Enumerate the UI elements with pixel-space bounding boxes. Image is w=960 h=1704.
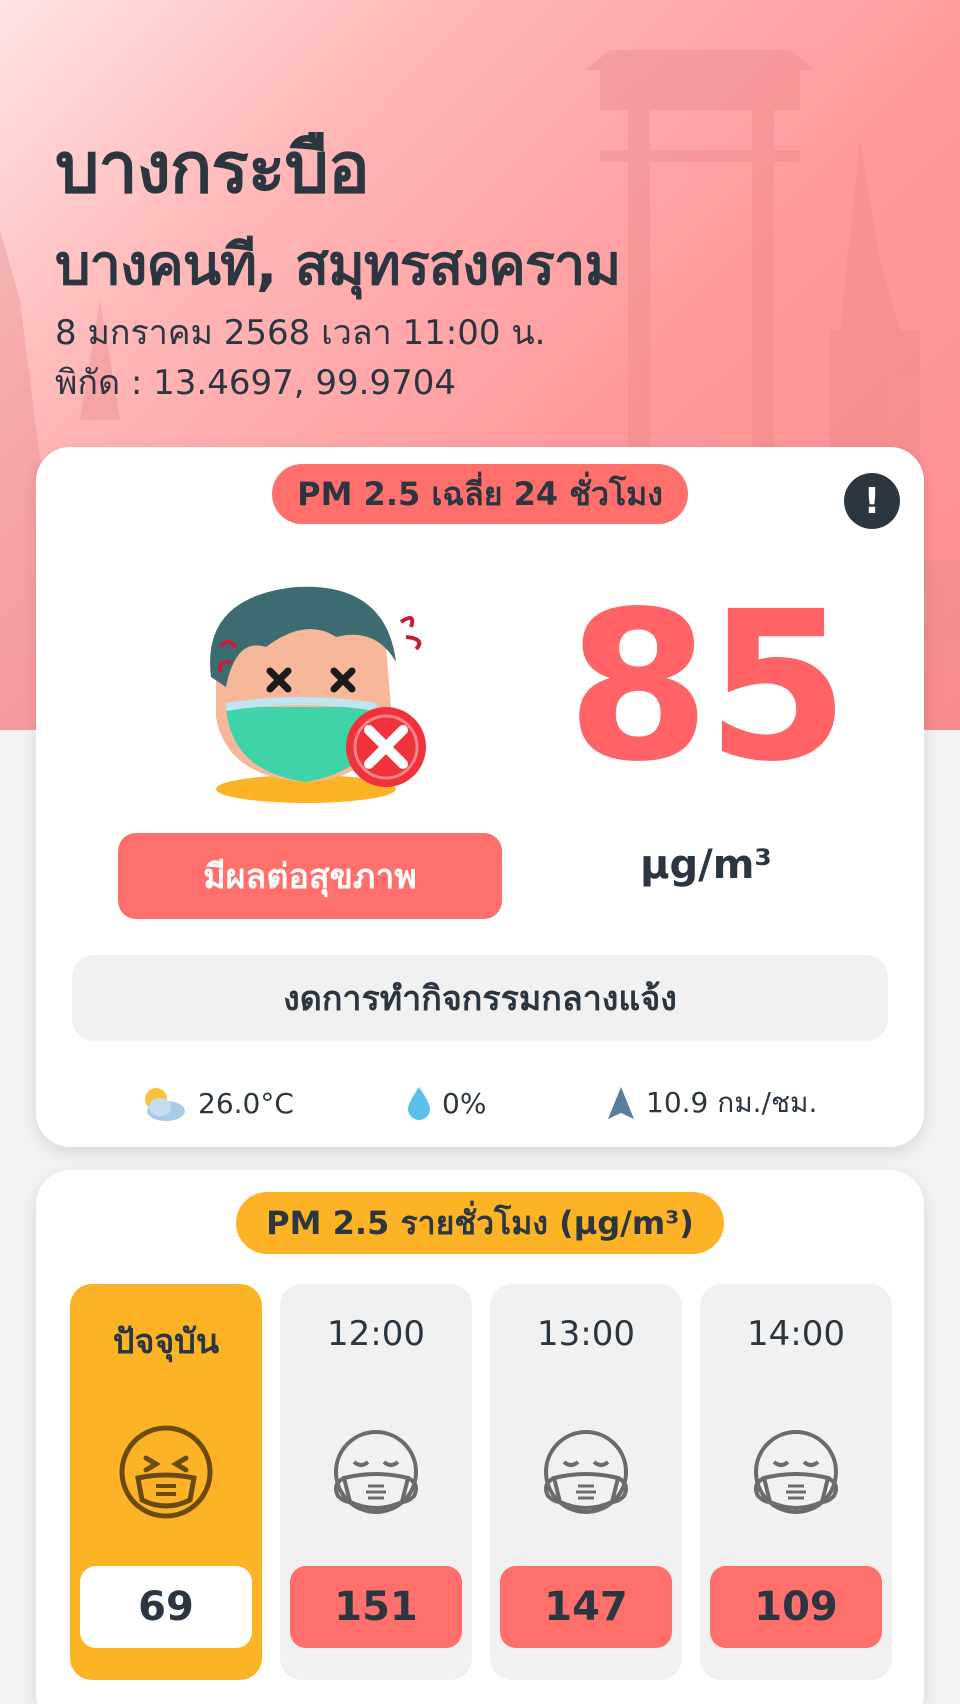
hour-label: 13:00 (537, 1314, 635, 1354)
wind-direction-icon (608, 1087, 634, 1119)
mask-face-sleepy-icon (334, 1430, 418, 1514)
pm25-value: 85 (566, 567, 850, 807)
hourly-card: PM 2.5 รายชั่วโมง (µg/m³) ปัจจุบัน 69 12… (36, 1170, 924, 1704)
pm25-unit: µg/m³ (640, 842, 772, 888)
aqi-24h-heading: PM 2.5 เฉลี่ย 24 ชั่วโมง (272, 464, 688, 524)
coordinates-text: พิกัด : 13.4697, 99.9704 (55, 363, 456, 403)
mask-face-sleepy-icon (544, 1430, 628, 1514)
hour-value: 109 (710, 1566, 882, 1648)
district-province-title: บางคนที, สมุทรสงคราม (55, 233, 621, 298)
info-icon[interactable]: ! (844, 473, 900, 529)
mask-face-squint-icon (119, 1425, 213, 1519)
hour-label: 12:00 (327, 1314, 425, 1354)
datetime-text: 8 มกราคม 2568 เวลา 11:00 น. (55, 313, 546, 353)
subdistrict-title: บางกระบือ (55, 127, 370, 209)
current-aqi-card: PM 2.5 เฉลี่ย 24 ชั่วโมง ! 85 µg/m³ มีผล… (36, 447, 924, 1147)
advice-box: งดการทำกิจกรรมกลางแจ้ง (72, 955, 888, 1041)
rain-item: 0% (406, 1079, 486, 1127)
rain-text: 0% (442, 1086, 487, 1120)
hour-value: 69 (80, 1566, 252, 1648)
hourly-heading: PM 2.5 รายชั่วโมง (µg/m³) (236, 1192, 724, 1254)
wind-text: 10.9 กม./ชม. (646, 1086, 818, 1119)
mask-face-sleepy-icon (754, 1430, 838, 1514)
hour-value: 151 (290, 1566, 462, 1648)
hour-item-1400[interactable]: 14:00 109 (700, 1284, 892, 1680)
hour-label: ปัจจุบัน (112, 1322, 220, 1362)
hour-item-1300[interactable]: 13:00 147 (490, 1284, 682, 1680)
health-status-button[interactable]: มีผลต่อสุขภาพ (118, 833, 502, 919)
sick-face-mask-x-icon (210, 586, 426, 803)
wind-item: 10.9 กม./ชม. (606, 1079, 817, 1127)
temperature-text: 26.0°C (198, 1086, 294, 1120)
hour-item-current[interactable]: ปัจจุบัน 69 (70, 1284, 262, 1680)
hour-label: 14:00 (747, 1314, 845, 1354)
partly-cloudy-icon (145, 1088, 185, 1121)
raindrop-icon (408, 1087, 430, 1120)
temperature-item: 26.0°C (138, 1079, 294, 1127)
hour-value: 147 (500, 1566, 672, 1648)
hour-item-1200[interactable]: 12:00 151 (280, 1284, 472, 1680)
